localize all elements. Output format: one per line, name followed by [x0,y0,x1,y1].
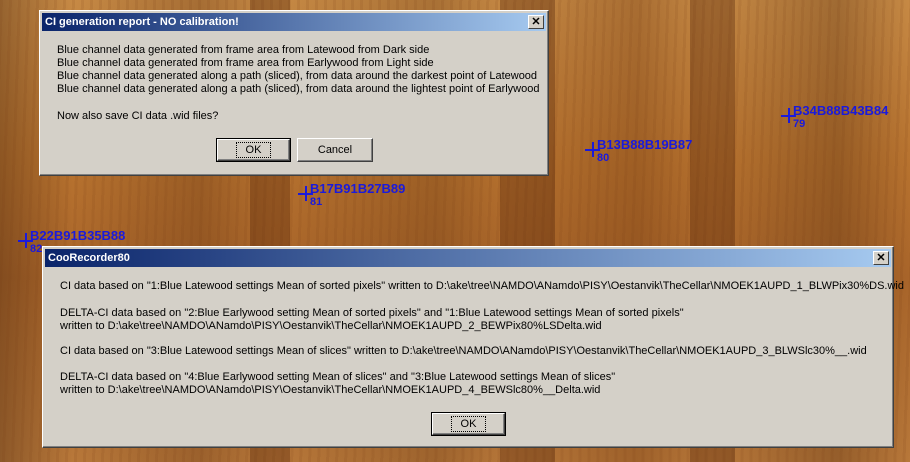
message-line: DELTA-CI data based on "4:Blue Earlywood… [60,371,616,383]
ok-button[interactable]: OK [431,412,506,436]
save-question: Now also save CI data .wid files? [57,110,219,122]
marker-code: B17B91B27B89 [310,181,406,196]
close-icon[interactable]: ✕ [873,251,889,265]
message-line: written to D:\ake\tree\NAMDO\ANamdo\PISY… [60,384,601,396]
ci-report-dialog: CI generation report - NO calibration! ✕… [39,10,549,176]
marker-code: B13B88B19B87 [597,137,693,152]
marker-number: 81 [310,196,323,208]
message-line: DELTA-CI data based on "2:Blue Earlywood… [60,307,684,319]
dialog-titlebar[interactable]: CooRecorder80 ✕ [45,249,891,267]
report-line: Blue channel data generated along a path… [57,83,540,95]
report-line: Blue channel data generated along a path… [57,70,538,82]
report-line: Blue channel data generated from frame a… [57,57,434,69]
dialog-title: CI generation report - NO calibration! [45,16,239,28]
marker-number: 80 [597,152,610,164]
message-line: written to D:\ake\tree\NAMDO\ANamdo\PISY… [60,320,602,332]
marker-number: 82 [30,243,43,255]
cancel-button[interactable]: Cancel [297,138,373,162]
dialog-title: CooRecorder80 [48,252,130,264]
marker-number: 79 [793,118,806,130]
ok-label: OK [450,416,487,432]
coorecorder-dialog: CooRecorder80 ✕ CI data based on "1:Blue… [42,246,904,448]
message-line: CI data based on "1:Blue Latewood settin… [60,280,904,292]
marker-code: B34B88B43B84 [793,103,889,118]
dialog-titlebar[interactable]: CI generation report - NO calibration! ✕ [42,13,546,31]
report-line: Blue channel data generated from frame a… [57,44,430,56]
ok-label: OK [235,142,272,158]
ok-button[interactable]: OK [216,138,291,162]
marker-code: B22B91B35B88 [30,228,126,243]
cancel-label: Cancel [317,144,353,156]
close-icon[interactable]: ✕ [528,15,544,29]
message-line: CI data based on "3:Blue Latewood settin… [60,345,867,357]
